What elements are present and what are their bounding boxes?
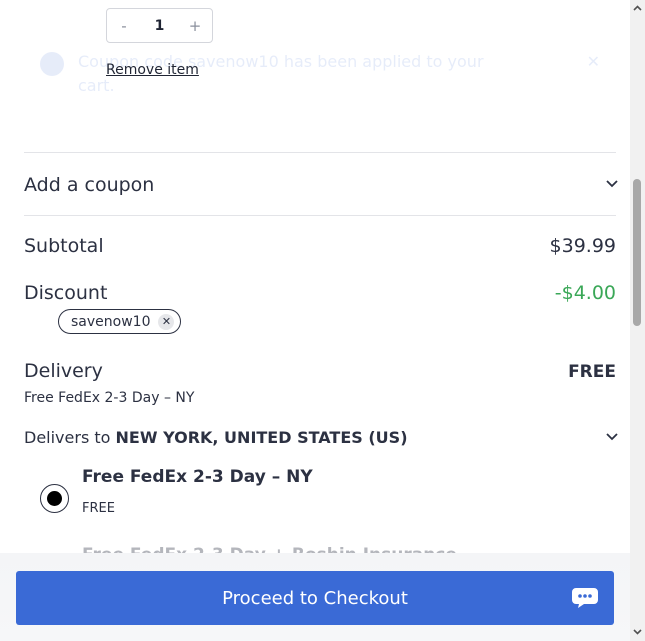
coupon-code: savenow10 bbox=[71, 313, 151, 330]
subtotal-row: Subtotal $39.99 bbox=[24, 235, 616, 257]
chat-icon[interactable] bbox=[562, 575, 608, 621]
subtotal-label: Subtotal bbox=[24, 235, 104, 257]
increment-button[interactable]: + bbox=[188, 17, 202, 35]
discount-row: Discount -$4.00 bbox=[24, 282, 616, 304]
add-coupon-toggle[interactable]: Add a coupon bbox=[24, 170, 618, 200]
discount-value: -$4.00 bbox=[554, 282, 616, 304]
delivery-value: FREE bbox=[568, 362, 616, 382]
divider bbox=[24, 215, 616, 216]
add-coupon-label: Add a coupon bbox=[24, 174, 155, 196]
delivers-to-location: NEW YORK, UNITED STATES (US) bbox=[115, 428, 408, 447]
info-icon bbox=[40, 52, 64, 76]
discount-label: Discount bbox=[24, 282, 108, 304]
divider bbox=[24, 152, 616, 153]
remove-item-link[interactable]: Remove item bbox=[106, 62, 199, 78]
chevron-down-icon bbox=[606, 432, 618, 443]
delivers-to-text: Delivers to NEW YORK, UNITED STATES (US) bbox=[24, 428, 408, 447]
delivers-to-toggle[interactable]: Delivers to NEW YORK, UNITED STATES (US) bbox=[24, 428, 618, 447]
quantity-value[interactable]: 1 bbox=[155, 18, 165, 34]
scroll-down-arrow-icon[interactable] bbox=[633, 627, 642, 636]
delivery-row: Delivery FREE bbox=[24, 360, 616, 382]
remove-coupon-icon[interactable]: ✕ bbox=[158, 313, 175, 330]
subtotal-value: $39.99 bbox=[549, 235, 616, 257]
decrement-button[interactable]: - bbox=[117, 17, 131, 35]
chevron-down-icon bbox=[606, 180, 618, 190]
quantity-stepper: - 1 + bbox=[106, 8, 213, 43]
radio-selected-dot bbox=[47, 491, 62, 506]
proceed-to-checkout-button[interactable]: Proceed to Checkout bbox=[16, 571, 614, 625]
delivers-to-prefix: Delivers to bbox=[24, 428, 111, 447]
delivery-method: Free FedEx 2-3 Day – NY bbox=[24, 390, 195, 406]
scroll-up-arrow-icon[interactable] bbox=[633, 4, 642, 13]
cart-page: Coupon code savenow10 has been applied t… bbox=[0, 0, 630, 641]
coupon-chip: savenow10 ✕ bbox=[58, 309, 182, 334]
scrollbar-thumb[interactable] bbox=[633, 179, 641, 326]
shipping-option-price: FREE bbox=[82, 501, 115, 516]
shipping-option-title[interactable]: Free FedEx 2-3 Day – NY bbox=[82, 467, 313, 487]
close-icon[interactable]: ✕ bbox=[587, 52, 600, 71]
delivery-label: Delivery bbox=[24, 360, 103, 382]
shipping-option-radio[interactable] bbox=[40, 484, 69, 513]
scrollbar[interactable] bbox=[630, 0, 645, 641]
